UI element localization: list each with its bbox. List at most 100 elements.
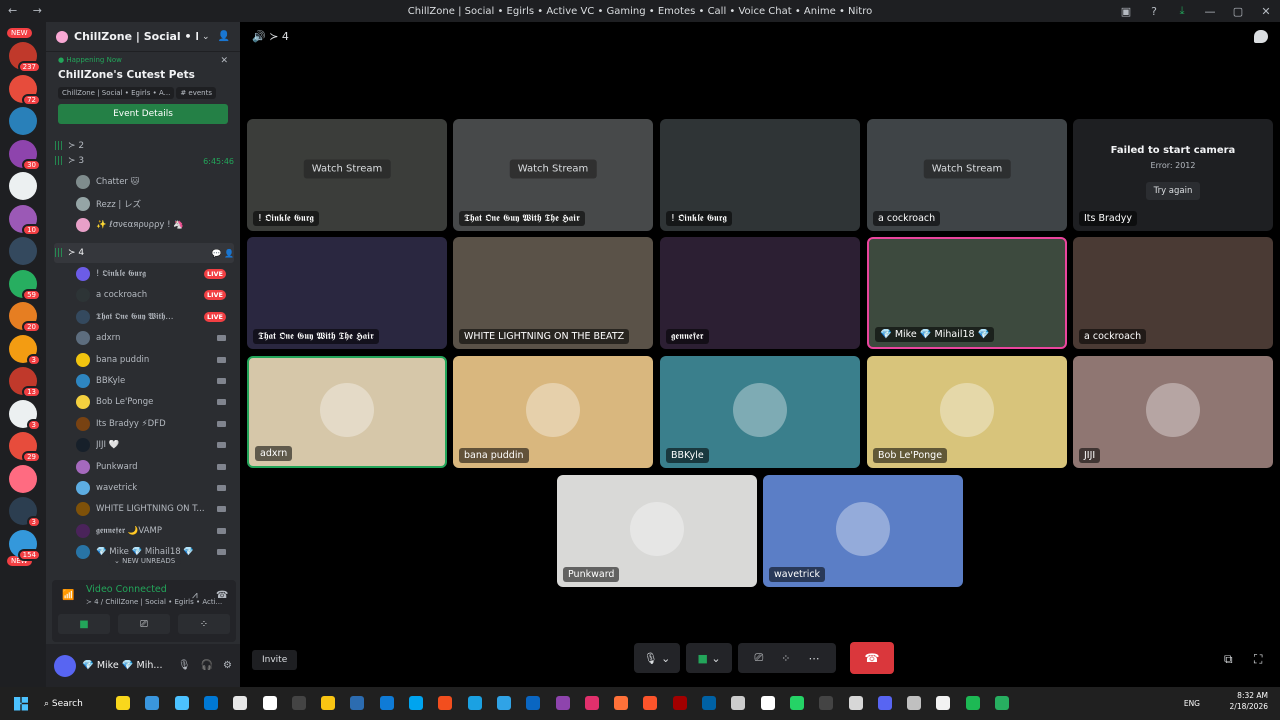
video-tile[interactable]: Failed to start camera Error: 2012 Try aga… (1073, 119, 1273, 231)
fullscreen-icon[interactable]: ⛶ (1254, 652, 1262, 667)
video-tile[interactable]: Punkward (557, 475, 757, 587)
server-icon[interactable]: 29 (9, 432, 41, 463)
server-icon[interactable] (9, 107, 37, 135)
taskbar-app-icon[interactable] (409, 696, 423, 710)
taskbar-app-icon[interactable] (321, 696, 336, 710)
server-icon[interactable]: 59 (9, 269, 41, 301)
server-icon[interactable]: 72 (9, 74, 41, 106)
screenshare-button[interactable]: ⎚ (118, 614, 170, 634)
video-tile[interactable]: wavetrick (763, 475, 963, 587)
taskbar-app-icon[interactable] (760, 696, 775, 710)
inbox-icon[interactable]: ▣ (1112, 5, 1140, 18)
chat-icon[interactable] (1254, 30, 1268, 43)
language-indicator[interactable]: ENG (1184, 699, 1200, 708)
windows-start-icon[interactable] (14, 696, 28, 711)
taskbar-app-icon[interactable] (672, 696, 687, 710)
maximize-button[interactable]: ▢ (1224, 5, 1252, 18)
chat-icon[interactable]: 💬 👤 (212, 249, 234, 258)
taskbar-app-icon[interactable] (965, 696, 980, 710)
video-tile[interactable]: Watch Stream 𝕿𝖍𝖆𝖙 𝕺𝖓𝖊 𝕲𝖚𝖞 𝖂𝖎𝖙𝖍 𝕿𝖍𝖊 𝕳𝖆𝖎𝖗 (453, 119, 653, 231)
new-unreads-pill[interactable]: ⌄ NEW UNREADS (108, 556, 182, 566)
user-name[interactable]: 💎 Mike 💎 Mih... (82, 660, 162, 671)
voice-user[interactable]: Rezz | レズ (76, 194, 226, 214)
taskbar-app-icon[interactable] (116, 696, 130, 710)
close-icon[interactable]: ✕ (220, 56, 228, 66)
server-icon[interactable]: 154 (9, 529, 41, 561)
mute-button[interactable]: 🎙 ⌄ (634, 643, 680, 673)
voice-user[interactable]: ! 𝕺𝖎𝖓𝖐𝖑𝖊 𝕲𝖚𝖗𝖌 LIVE (76, 264, 226, 284)
taskbar-app-icon[interactable] (291, 696, 306, 710)
watch-stream-button[interactable]: Watch Stream (303, 159, 391, 179)
taskbar-app-icon[interactable] (145, 696, 160, 710)
taskbar-app-icon[interactable] (702, 696, 716, 710)
voice-user[interactable]: 𝕿𝖍𝖆𝖙 𝕺𝖓𝖊 𝕲𝖚𝖞 𝖂𝖎𝖙𝖍... LIVE (76, 307, 226, 327)
voice-channel-4[interactable]: ||| ≻ 4 💬 👤 (54, 243, 234, 263)
taskbar-app-icon[interactable] (203, 696, 218, 710)
disconnect-icon[interactable]: ☎ (216, 590, 228, 601)
video-tile[interactable]: 💎 Mike 💎 Mihail18 💎 (867, 237, 1067, 349)
leave-call-button[interactable]: ☎ (850, 642, 894, 674)
activities-button[interactable]: ⁘ (178, 614, 230, 634)
taskbar-search[interactable]: ⌕ Search (44, 699, 83, 709)
video-tile[interactable]: bana puddin (453, 356, 653, 468)
taskbar-app-icon[interactable] (789, 696, 804, 710)
voice-user[interactable]: Punkward (76, 457, 226, 477)
taskbar-app-icon[interactable] (496, 696, 511, 710)
voice-user[interactable]: BBKyle (76, 371, 226, 391)
voice-user[interactable]: 𝖌𝖊𝖓𝖓𝖊𝖋𝖊𝖗 🌙VAMP (76, 521, 226, 541)
server-icon[interactable] (9, 237, 37, 265)
clock[interactable]: 8:32 AM 2/18/2026 (1230, 690, 1268, 712)
invite-button[interactable]: Invite (252, 650, 298, 670)
taskbar-app-icon[interactable] (848, 696, 863, 710)
voice-user[interactable]: bana puddin (76, 350, 226, 370)
try-again-button[interactable]: Try again (1145, 182, 1201, 200)
server-icon[interactable]: 3 (9, 399, 41, 431)
server-icon[interactable]: 30 (9, 139, 41, 171)
video-tile[interactable]: WHITE LIGHTNING ON THE BEATZ (453, 237, 653, 349)
video-tile[interactable]: 𝕿𝖍𝖆𝖙 𝕺𝖓𝖊 𝕲𝖚𝖞 𝖂𝖎𝖙𝖍 𝕿𝖍𝖊 𝕳𝖆𝖎𝖗 (247, 237, 447, 349)
server-icon[interactable] (9, 172, 37, 200)
taskbar-app-icon[interactable] (379, 696, 394, 710)
microphone-icon[interactable]: 🎙 (178, 660, 191, 671)
server-icon[interactable]: 3 (9, 334, 41, 366)
video-tile[interactable]: Bob Le'Ponge (867, 356, 1067, 468)
taskbar-app-icon[interactable] (350, 696, 365, 710)
add-member-icon[interactable]: 👤 (218, 31, 230, 42)
server-icon[interactable]: 13 (9, 367, 41, 398)
taskbar-app-icon[interactable] (907, 696, 922, 710)
taskbar-app-icon[interactable] (555, 696, 570, 710)
voice-user[interactable]: a cockroach LIVE (76, 285, 226, 305)
screenshare-icon[interactable]: ⎚ (754, 651, 763, 665)
chevron-down-icon[interactable]: ⌄ (202, 32, 210, 42)
video-tile[interactable]: JIJI (1073, 356, 1273, 468)
video-tile[interactable]: 𝖌𝖊𝖓𝖓𝖊𝖋𝖊𝖗 (660, 237, 860, 349)
taskbar-app-icon[interactable] (731, 696, 746, 710)
camera-button[interactable]: ■ (58, 614, 110, 634)
more-icon[interactable]: ⋯ (809, 652, 820, 665)
voice-user[interactable]: ✨ ℓσνєαяρυρρу ! 🦄 (76, 215, 226, 235)
video-tile[interactable]: adxrn (247, 356, 447, 468)
video-tile[interactable]: a cockroach (1073, 237, 1273, 349)
camera-toggle-button[interactable]: ■ ⌄ (686, 643, 732, 673)
gear-icon[interactable]: ⚙ (223, 660, 232, 671)
voice-user[interactable]: WHITE LIGHTNING ON T... (76, 499, 226, 519)
video-tile[interactable]: ! 𝕺𝖎𝖓𝖐𝖑𝖊 𝕲𝖚𝖗𝖌 (660, 119, 860, 231)
headphones-icon[interactable]: 🎧 (201, 660, 213, 671)
activities-icon[interactable]: ⁘ (781, 652, 790, 665)
watch-stream-button[interactable]: Watch Stream (923, 159, 1011, 179)
server-header[interactable]: ChillZone | Social • Egirls • A... ⌄ 👤 (46, 22, 240, 52)
popout-icon[interactable]: ⧉ (1224, 652, 1233, 667)
server-icon[interactable]: 3 (9, 497, 41, 528)
server-icon[interactable]: 20 (9, 302, 41, 333)
avatar[interactable] (54, 654, 76, 677)
taskbar-app-icon[interactable] (995, 696, 1009, 710)
taskbar-app-icon[interactable] (174, 696, 189, 710)
close-button[interactable]: ✕ (1252, 5, 1280, 18)
event-details-button[interactable]: Event Details (58, 104, 228, 124)
help-icon[interactable]: ? (1140, 5, 1168, 18)
voice-user[interactable]: JIJI 🤍 (76, 435, 226, 455)
voice-user[interactable]: wavetrick (76, 478, 226, 498)
voice-channel-path[interactable]: ≻ 4 / ChillZone | Social • Egirls • Acti… (86, 598, 222, 606)
voice-user[interactable]: Chatter 🐱 (76, 172, 226, 192)
watch-stream-button[interactable]: Watch Stream (509, 159, 597, 179)
